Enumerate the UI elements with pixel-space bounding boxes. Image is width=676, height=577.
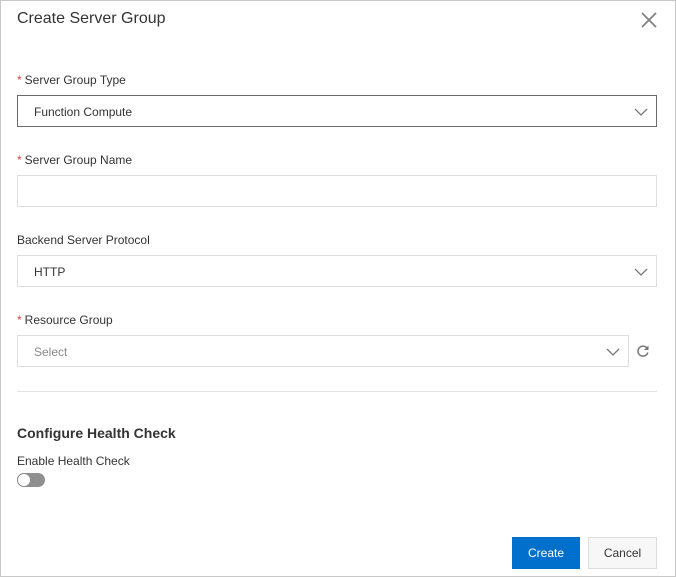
resource-group-select[interactable]: Select <box>17 335 629 367</box>
server-group-name-input[interactable] <box>17 175 657 207</box>
label-text: Server Group Type <box>24 73 126 87</box>
dialog-title: Create Server Group <box>17 10 166 27</box>
chevron-down-icon <box>634 105 648 119</box>
enable-health-check-label: Enable Health Check <box>17 454 130 468</box>
select-value: Function Compute <box>34 105 133 119</box>
backend-protocol-select[interactable]: HTTP <box>17 255 657 287</box>
enable-health-check-toggle[interactable] <box>17 473 45 487</box>
required-marker: * <box>17 153 22 167</box>
toggle-knob <box>17 473 31 487</box>
create-server-group-dialog: Create Server Group * Server Group Type F… <box>0 0 676 577</box>
server-group-name-label: * Server Group Name <box>17 153 132 167</box>
server-group-type-select[interactable]: Function Compute <box>17 95 657 127</box>
refresh-icon[interactable] <box>636 344 650 358</box>
health-check-section-title: Configure Health Check <box>17 425 176 441</box>
close-icon[interactable] <box>639 10 659 30</box>
chevron-down-icon <box>606 345 620 359</box>
label-text: Server Group Name <box>24 153 133 167</box>
select-value: HTTP <box>34 265 66 279</box>
section-divider <box>17 391 657 392</box>
backend-protocol-label: Backend Server Protocol <box>17 233 150 247</box>
server-group-type-label: * Server Group Type <box>17 73 126 87</box>
create-button[interactable]: Create <box>512 537 580 569</box>
chevron-down-icon <box>634 265 648 279</box>
required-marker: * <box>17 73 22 87</box>
label-text: Resource Group <box>24 313 113 327</box>
cancel-button[interactable]: Cancel <box>588 537 657 569</box>
resource-group-label: * Resource Group <box>17 313 113 327</box>
required-marker: * <box>17 313 22 327</box>
select-placeholder: Select <box>34 345 68 359</box>
